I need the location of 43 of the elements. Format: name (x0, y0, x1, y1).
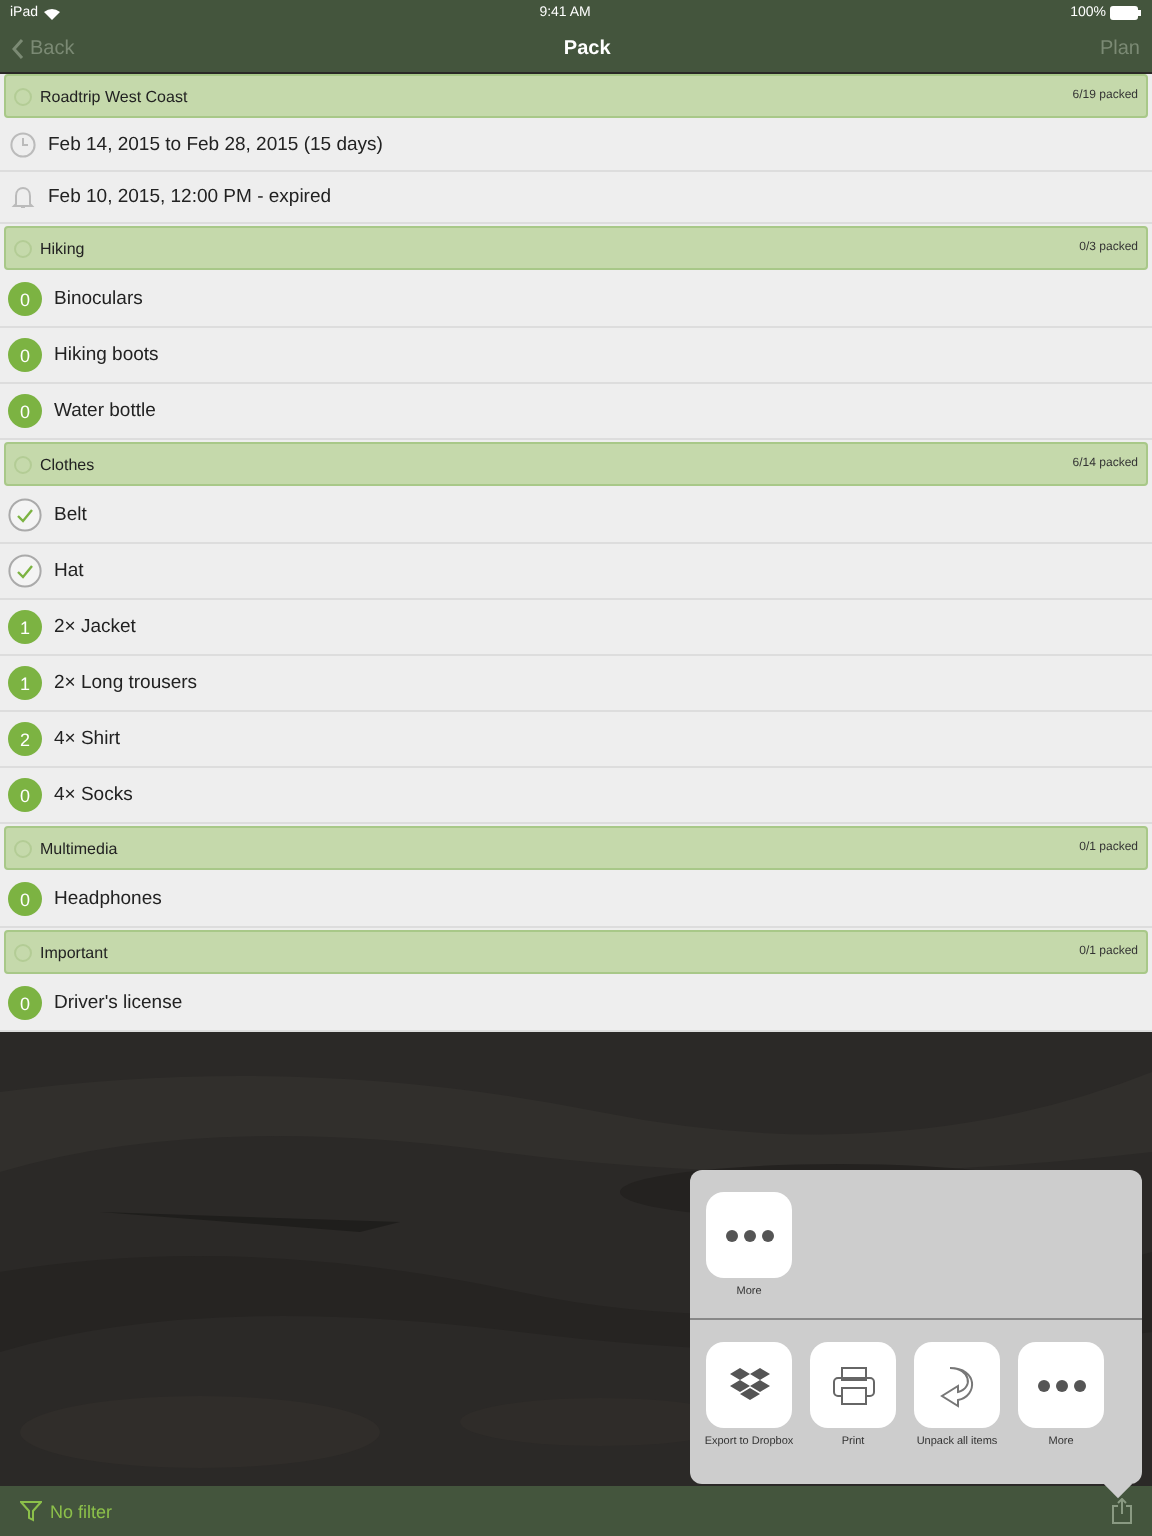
section-title: Clothes (40, 455, 97, 473)
count-badge[interactable]: 0 (8, 778, 42, 812)
count-badge[interactable]: 0 (8, 394, 42, 428)
count-badge[interactable]: 0 (8, 882, 42, 916)
battery-icon (1109, 6, 1142, 20)
more-icon (725, 1229, 773, 1241)
item-label: Water bottle (54, 400, 156, 422)
checkmark-icon[interactable] (8, 498, 42, 532)
count-badge[interactable]: 1 (8, 610, 42, 644)
bell-icon (10, 184, 36, 210)
screen-title: Pack (563, 38, 611, 60)
section-title: Important (40, 943, 110, 961)
item-label: 4× Shirt (54, 728, 121, 750)
item-label: Headphones (54, 888, 162, 910)
curved-arrow-icon (937, 1363, 977, 1407)
count-badge[interactable]: 0 (8, 338, 42, 372)
trip-detail: Feb 14, 2015 to Feb 28, 2015 (15 days) (48, 134, 383, 156)
section-title: Hiking (40, 239, 87, 257)
section-title: Multimedia (40, 839, 120, 857)
count-badge[interactable]: 2 (8, 722, 42, 756)
item-label: 2× Long trousers (54, 672, 198, 694)
item-label: Hat (54, 560, 84, 582)
trip-detail: Feb 10, 2015, 12:00 PM - expired (48, 186, 332, 208)
share-icon[interactable] (1112, 1498, 1132, 1524)
printer-icon (831, 1365, 875, 1405)
checkmark-icon[interactable] (8, 554, 42, 588)
item-label: 4× Socks (54, 784, 133, 806)
section-title: Roadtrip West Coast (40, 87, 190, 105)
clock-icon (10, 132, 36, 158)
filter-button[interactable]: No filter (20, 1500, 113, 1522)
count-badge[interactable]: 0 (8, 282, 42, 316)
item-label: Belt (54, 504, 87, 526)
item-label: Binoculars (54, 288, 143, 310)
more-icon (1037, 1379, 1085, 1391)
open-box-icon (729, 1367, 769, 1403)
chevron-icon (12, 38, 24, 60)
wifi-icon (44, 7, 61, 19)
item-label: Hiking boots (54, 344, 159, 366)
item-label: 2× Jacket (54, 616, 136, 638)
item-label: Driver's license (54, 992, 183, 1014)
count-badge[interactable]: 0 (8, 986, 42, 1020)
count-badge[interactable]: 1 (8, 666, 42, 700)
filter-icon (20, 1500, 42, 1522)
